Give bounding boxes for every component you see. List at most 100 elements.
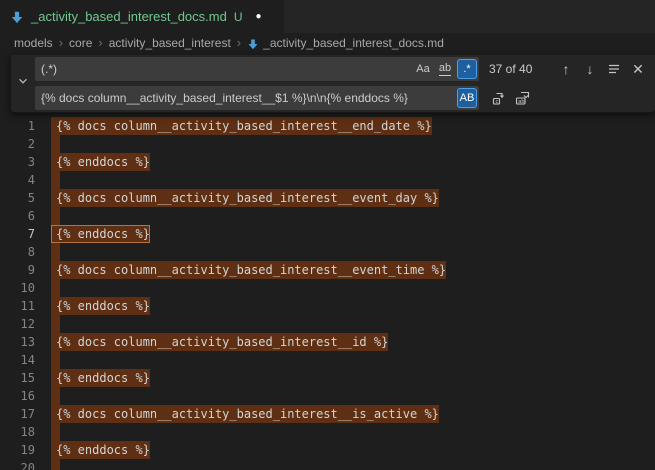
line-number: 19 [0, 441, 35, 459]
find-match: {% docs column__activity_based_interest_… [51, 189, 439, 207]
find-match: {% docs column__activity_based_interest_… [51, 405, 439, 423]
close-icon: ✕ [632, 61, 644, 78]
find-match-empty-line [51, 315, 60, 333]
regex-button[interactable]: .* [457, 59, 477, 79]
editor-line[interactable]: 17 {% docs column__activity_based_interes… [0, 405, 655, 423]
editor-line[interactable]: 16 [0, 387, 655, 405]
find-match-empty-line [51, 243, 60, 261]
tab-bar: _activity_based_interest_docs.md U ● [0, 0, 655, 33]
editor-line[interactable]: 15{% enddocs %} [0, 369, 655, 387]
find-match-empty-line [51, 459, 60, 470]
close-find-button[interactable]: ✕ [627, 58, 649, 80]
find-match: {% enddocs %} [51, 441, 150, 459]
editor-line[interactable]: 9{% docs column__activity_based_interest… [0, 261, 655, 279]
find-match-empty-line [51, 351, 60, 369]
replace-all-icon: ab [515, 90, 531, 106]
tab-filename: _activity_based_interest_docs.md [31, 9, 227, 24]
breadcrumb-file-label: _activity_based_interest_docs.md [263, 36, 444, 50]
selection-lines-icon [607, 62, 621, 76]
find-match: {% enddocs %} [51, 153, 150, 171]
line-number: 1 [0, 117, 35, 135]
svg-text:ab: ab [518, 99, 525, 105]
replace-input[interactable]: {% docs column__activity_based_interest_… [35, 86, 479, 110]
editor-line[interactable]: 8 [0, 243, 655, 261]
whole-word-button[interactable]: ab [435, 59, 455, 79]
line-number: 4 [0, 171, 35, 189]
editor-pane: (.*) Aa ab .* 37 of 40 ↑ ↓ ✕ {% docs col… [0, 53, 655, 470]
editor-line[interactable]: 5 {% docs column__activity_based_interest… [0, 189, 655, 207]
chevron-down-icon [16, 74, 30, 93]
line-number: 8 [0, 243, 35, 261]
replace-icon: c [491, 90, 507, 106]
code-lines: 1 {% docs column__activity_based_interest… [0, 117, 655, 470]
editor-line[interactable]: 7 {% enddocs %} [0, 225, 655, 243]
toggle-replace-button[interactable] [11, 55, 35, 112]
line-number: 3 [0, 153, 35, 171]
find-match: {% docs column__activity_based_interest_… [51, 333, 388, 351]
find-match-empty-line [51, 171, 60, 189]
replace-button[interactable]: c [488, 87, 510, 109]
match-count-label: 37 of 40 [479, 62, 553, 76]
find-match-current: {% enddocs %} [51, 225, 150, 243]
editor-line[interactable]: 11 {% enddocs %} [0, 297, 655, 315]
line-number: 17 [0, 405, 35, 423]
arrow-down-icon: ↓ [587, 61, 594, 77]
previous-match-button[interactable]: ↑ [555, 58, 577, 80]
find-match-empty-line [51, 207, 60, 225]
line-number: 5 [0, 189, 35, 207]
find-match: {% docs column__activity_based_interest_… [51, 261, 446, 279]
chevron-right-icon: › [59, 35, 63, 50]
line-number: 16 [0, 387, 35, 405]
find-input-value: (.*) [35, 62, 411, 76]
breadcrumb-item-activity-based-interest[interactable]: activity_based_interest [109, 36, 231, 50]
editor-line[interactable]: 1 {% docs column__activity_based_interest… [0, 117, 655, 135]
line-number: 14 [0, 351, 35, 369]
line-number: 10 [0, 279, 35, 297]
breadcrumb-item-core[interactable]: core [69, 36, 92, 50]
line-number: 18 [0, 423, 35, 441]
find-match-empty-line [51, 387, 60, 405]
find-match-empty-line [51, 423, 60, 441]
editor-line[interactable]: 18 [0, 423, 655, 441]
find-match-empty-line [51, 279, 60, 297]
breadcrumb-item-models[interactable]: models [14, 36, 53, 50]
editor-line[interactable]: 14 [0, 351, 655, 369]
tab-activity-based-interest-docs[interactable]: _activity_based_interest_docs.md U ● [0, 0, 284, 33]
line-number: 2 [0, 135, 35, 153]
editor-line[interactable]: 3 {% enddocs %} [0, 153, 655, 171]
replace-input-value: {% docs column__activity_based_interest_… [35, 91, 455, 105]
editor-line[interactable]: 10 [0, 279, 655, 297]
replace-row: {% docs column__activity_based_interest_… [35, 86, 655, 110]
svg-text:c: c [495, 99, 498, 105]
match-case-button[interactable]: Aa [413, 59, 433, 79]
modified-dot-icon[interactable]: ● [256, 12, 262, 22]
find-in-selection-button[interactable] [603, 58, 625, 80]
find-input[interactable]: (.*) Aa ab .* [35, 57, 479, 81]
editor-line[interactable]: 19 {% enddocs %} [0, 441, 655, 459]
line-number: 11 [0, 297, 35, 315]
replace-all-button[interactable]: ab [512, 87, 534, 109]
arrow-up-icon: ↑ [563, 61, 570, 77]
find-match: {% enddocs %} [51, 369, 150, 387]
editor-line[interactable]: 2 [0, 135, 655, 153]
editor-line[interactable]: 13 {% docs column__activity_based_interes… [0, 333, 655, 351]
code-editor[interactable]: 1{% docs column__activity_based_interest… [0, 53, 655, 470]
editor-line[interactable]: 12 [0, 315, 655, 333]
editor-line[interactable]: 4 [0, 171, 655, 189]
find-replace-widget: (.*) Aa ab .* 37 of 40 ↑ ↓ ✕ {% docs col… [10, 55, 655, 113]
find-match: {% enddocs %} [51, 297, 150, 315]
line-number: 13 [0, 333, 35, 351]
editor-line[interactable]: 6 [0, 207, 655, 225]
find-match-empty-line [51, 135, 60, 153]
find-row: (.*) Aa ab .* 37 of 40 ↑ ↓ ✕ [35, 57, 655, 81]
markdown-icon [247, 38, 259, 50]
preserve-case-button[interactable]: AB [457, 88, 477, 108]
line-number: 6 [0, 207, 35, 225]
find-match: {% docs column__activity_based_interest_… [51, 117, 432, 135]
breadcrumb-item-file[interactable]: _activity_based_interest_docs.md [247, 36, 444, 50]
markdown-icon [10, 10, 24, 24]
line-number: 12 [0, 315, 35, 333]
line-number: 7 [0, 225, 35, 243]
next-match-button[interactable]: ↓ [579, 58, 601, 80]
editor-line[interactable]: 20 [0, 459, 655, 470]
